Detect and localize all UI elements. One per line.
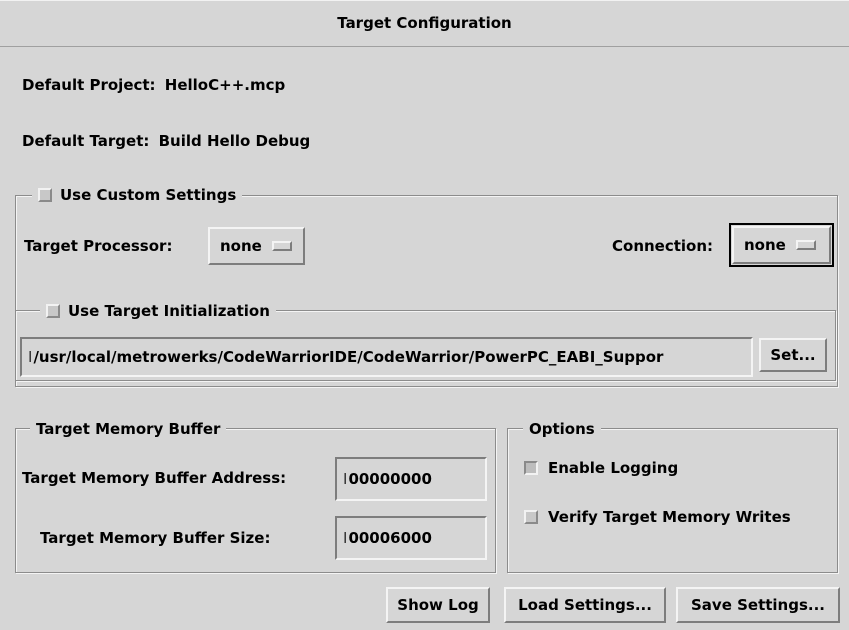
default-project: Default Project: HelloC++.mcp [22, 75, 285, 95]
default-target: Default Target: Build Hello Debug [22, 131, 310, 151]
target-init-path-field[interactable]: I/usr/local/metrowerks/CodeWarriorIDE/Co… [20, 337, 753, 377]
default-project-value: HelloC++.mcp [164, 76, 286, 94]
use-custom-settings-checkbox[interactable] [38, 188, 52, 202]
target-processor-menu[interactable]: none [208, 227, 305, 265]
option-menu-indicator-icon [271, 241, 292, 251]
save-settings-button[interactable]: Save Settings... [676, 587, 840, 623]
buffer-address-field[interactable]: I 00000000 [335, 457, 487, 501]
text-cursor-icon: I [343, 470, 348, 488]
buffer-address-value: 00000000 [348, 470, 432, 488]
target-processor-value: none [220, 237, 262, 255]
verify-writes-option[interactable]: Verify Target Memory Writes [524, 507, 791, 527]
target-init-legend: Use Target Initialization [40, 301, 276, 321]
use-custom-settings-label[interactable]: Use Custom Settings [60, 185, 236, 205]
default-target-label: Default Target: [22, 132, 150, 150]
show-log-button[interactable]: Show Log [386, 587, 490, 623]
verify-writes-label[interactable]: Verify Target Memory Writes [548, 507, 791, 527]
default-target-value: Build Hello Debug [158, 132, 311, 150]
option-menu-indicator-icon [795, 240, 816, 250]
target-processor-label: Target Processor: [24, 237, 173, 255]
use-target-init-label[interactable]: Use Target Initialization [68, 301, 270, 321]
set-button[interactable]: Set... [759, 338, 827, 372]
text-cursor-icon: I [28, 348, 33, 366]
default-project-label: Default Project: [22, 76, 156, 94]
buffer-size-label: Target Memory Buffer Size: [40, 529, 271, 547]
custom-settings-legend: Use Custom Settings [32, 185, 243, 205]
text-cursor-icon: I [343, 529, 348, 547]
buffer-size-value: 00006000 [348, 529, 432, 547]
connection-value: none [744, 236, 786, 254]
buffer-size-field[interactable]: I 00006000 [335, 516, 487, 560]
use-target-init-checkbox[interactable] [46, 304, 60, 318]
load-settings-button[interactable]: Load Settings... [504, 587, 666, 623]
buffer-address-label: Target Memory Buffer Address: [22, 469, 287, 487]
target-init-path-value: /usr/local/metrowerks/CodeWarriorIDE/Cod… [33, 348, 664, 366]
options-group [507, 428, 838, 573]
window-title: Target Configuration [0, 0, 849, 47]
options-legend: Options [523, 419, 601, 439]
verify-writes-checkbox[interactable] [524, 510, 538, 524]
enable-logging-label[interactable]: Enable Logging [548, 458, 678, 478]
enable-logging-option[interactable]: Enable Logging [524, 458, 678, 478]
connection-menu[interactable]: none [729, 223, 834, 267]
memory-buffer-legend: Target Memory Buffer [30, 419, 227, 439]
enable-logging-checkbox[interactable] [524, 461, 538, 475]
connection-label: Connection: [612, 237, 714, 255]
